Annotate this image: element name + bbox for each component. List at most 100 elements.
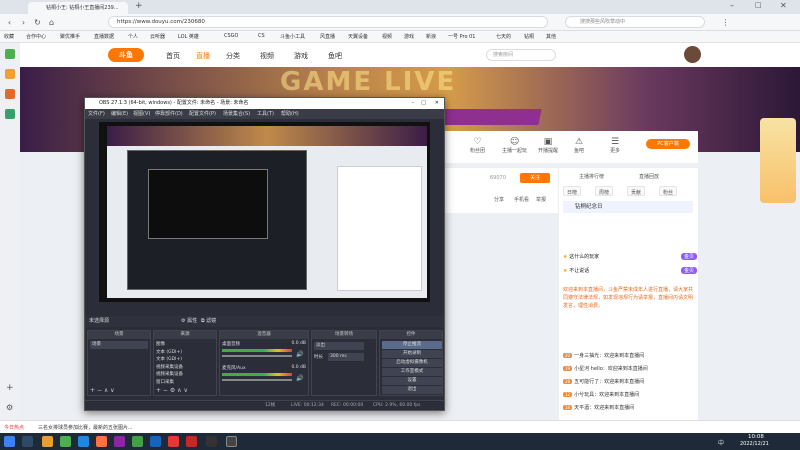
tab-fans[interactable]: 粉丝 xyxy=(659,186,678,196)
menu-edit[interactable]: 编辑(E) xyxy=(111,109,128,119)
tool-fans[interactable]: ♡ 粉丝团 xyxy=(470,137,485,154)
bookmark-item[interactable]: CS xyxy=(258,33,265,39)
mobile-watch-button[interactable]: 手机看 xyxy=(514,196,529,203)
app-icon[interactable] xyxy=(186,436,197,447)
app-icon[interactable] xyxy=(96,436,107,447)
tab-daily[interactable]: 日榜 xyxy=(563,186,582,196)
clock-date[interactable]: 2022/12/21 xyxy=(740,441,769,447)
obs-icon[interactable] xyxy=(226,436,237,447)
app-icon[interactable] xyxy=(132,436,143,447)
minimize-icon[interactable]: – xyxy=(730,1,734,10)
menu-profile[interactable]: 配置文件(P) xyxy=(189,109,216,119)
bookmark-item[interactable]: 个人 xyxy=(128,33,138,40)
hot-news-text[interactable]: 三名女排球员参加比赛，最新的五张图片... xyxy=(38,424,238,431)
start-icon[interactable] xyxy=(4,436,15,447)
bookmark-item[interactable]: 聚优推手 xyxy=(60,33,80,40)
nav-video[interactable]: 视频 xyxy=(260,51,274,61)
tool-reminder[interactable]: ▣ 开播提醒 xyxy=(538,137,558,154)
duration-input[interactable]: 300 ms xyxy=(328,353,364,361)
tool-more[interactable]: ☰ 更多 xyxy=(610,137,620,154)
bookmark-item[interactable]: 钻桐 xyxy=(524,33,534,40)
extensions-icon[interactable]: ⋮ xyxy=(720,17,731,28)
bookmark-item[interactable]: 合作中心 xyxy=(26,33,46,40)
source-item[interactable]: 文本 (GDI+) xyxy=(156,349,216,357)
bookmark-item[interactable]: 斗鱼小工具 xyxy=(280,33,305,40)
exit-button[interactable]: 退出 xyxy=(382,386,442,394)
search-icon[interactable] xyxy=(22,436,33,447)
menu-docks[interactable]: 停靠部件(D) xyxy=(155,109,183,119)
notice-banner[interactable]: 钻桐纪念日 xyxy=(563,201,693,213)
settings-button[interactable]: 设置 xyxy=(382,377,442,385)
url-input[interactable]: https://www.douyu.com/230680 xyxy=(108,16,548,28)
steam-icon[interactable] xyxy=(150,436,161,447)
tab-weekly[interactable]: 周榜 xyxy=(595,186,614,196)
bookmark-item[interactable]: 新浪 xyxy=(426,33,436,40)
home-icon[interactable]: ⌂ xyxy=(46,17,57,28)
tab-anchor-rank[interactable]: 主播排行榜 xyxy=(579,173,604,180)
app-icon[interactable] xyxy=(168,436,179,447)
sidebar-app-icon[interactable] xyxy=(5,89,15,99)
source-item[interactable]: 视频采集设备 xyxy=(156,371,216,379)
sidebar-app-icon[interactable] xyxy=(5,109,15,119)
volume-slider[interactable] xyxy=(222,355,292,357)
bookmark-item[interactable]: 游戏 xyxy=(404,33,414,40)
sidebar-app-icon[interactable] xyxy=(5,69,15,79)
sidebar-add-icon[interactable]: + xyxy=(6,383,14,393)
menu-tools[interactable]: 工具(T) xyxy=(257,109,274,119)
add-source-icon[interactable]: + − ⚙ ∧ ∨ xyxy=(156,387,188,394)
maximize-icon[interactable]: □ xyxy=(755,1,762,9)
share-button[interactable]: 分享 xyxy=(494,196,504,203)
menu-help[interactable]: 帮助(H) xyxy=(281,109,299,119)
promo-ad[interactable] xyxy=(760,118,796,203)
app-icon[interactable] xyxy=(60,436,71,447)
sidebar-app-icon[interactable] xyxy=(5,49,15,59)
nav-category[interactable]: 分类 xyxy=(226,51,240,61)
tool-play-together[interactable]: ☺ 主播一起玩 xyxy=(502,137,527,154)
volume-slider[interactable] xyxy=(222,379,292,381)
speaker-icon[interactable]: 🔊 xyxy=(296,351,303,358)
source-item[interactable]: 窗口采集 xyxy=(156,379,216,387)
bookmark-item[interactable]: 一号 Pro 01 xyxy=(448,33,475,40)
close-icon[interactable]: ✕ xyxy=(780,1,787,10)
ime-indicator[interactable]: 中 xyxy=(718,438,724,447)
app-icon[interactable] xyxy=(114,436,125,447)
bookmark-item[interactable]: 直播数据 xyxy=(94,33,114,40)
bookmark-item[interactable]: 七天的 xyxy=(496,33,511,40)
virtual-camera-button[interactable]: 启动虚拟摄像机 xyxy=(382,359,442,367)
sidebar-settings-icon[interactable]: ⚙ xyxy=(6,403,13,412)
filters-button[interactable]: ⧉ 滤镜 xyxy=(201,316,216,327)
obs-icon[interactable] xyxy=(206,436,217,447)
bookmark-item[interactable]: LOL 英雄 xyxy=(178,33,199,40)
avatar[interactable] xyxy=(684,46,701,63)
bookmark-item[interactable]: 天翼设备 xyxy=(348,33,368,40)
studio-mode-button[interactable]: 工作室模式 xyxy=(382,368,442,376)
obs-minimize-icon[interactable]: – xyxy=(412,98,415,109)
nav-yuba[interactable]: 鱼吧 xyxy=(328,51,342,61)
scene-item[interactable]: 场景 xyxy=(90,341,148,349)
transition-select[interactable]: 淡出 xyxy=(314,342,364,350)
pc-client-button[interactable]: PC客户端 xyxy=(646,139,690,149)
tool-yuba[interactable]: ⚠ 鱼吧 xyxy=(574,137,584,154)
menu-scene-collection[interactable]: 场景集合(S) xyxy=(223,109,250,119)
forward-icon[interactable]: › xyxy=(18,17,29,28)
nav-home[interactable]: 首页 xyxy=(166,51,180,61)
report-button[interactable]: 举报 xyxy=(536,196,546,203)
site-search-input[interactable]: 搜索房间 xyxy=(486,49,556,61)
bookmark-item[interactable]: 其他 xyxy=(546,33,556,40)
bookmark-item[interactable]: CSGO xyxy=(224,33,238,39)
back-icon[interactable]: ‹ xyxy=(4,17,15,28)
menu-view[interactable]: 视图(V) xyxy=(133,109,150,119)
browser-search-input[interactable]: 搜搜那些风吹草动中 xyxy=(565,16,705,28)
bookmark-item[interactable]: 视频 xyxy=(382,33,392,40)
explorer-icon[interactable] xyxy=(42,436,53,447)
source-item[interactable]: 图像 xyxy=(156,341,216,349)
nav-live[interactable]: 直播 xyxy=(196,51,210,61)
browser-icon[interactable] xyxy=(78,436,89,447)
stop-streaming-button[interactable]: 停止推流 xyxy=(382,341,442,349)
source-item[interactable]: 文本 (GDI+) xyxy=(156,356,216,364)
new-tab-icon[interactable]: + xyxy=(135,1,143,11)
tab-contribution[interactable]: 贡献 xyxy=(627,186,646,196)
hot-news-label[interactable]: 今日热点 xyxy=(4,424,24,431)
tab-replay[interactable]: 直播回放 xyxy=(639,173,659,180)
add-scene-icon[interactable]: + − ∧ ∨ xyxy=(90,387,115,394)
